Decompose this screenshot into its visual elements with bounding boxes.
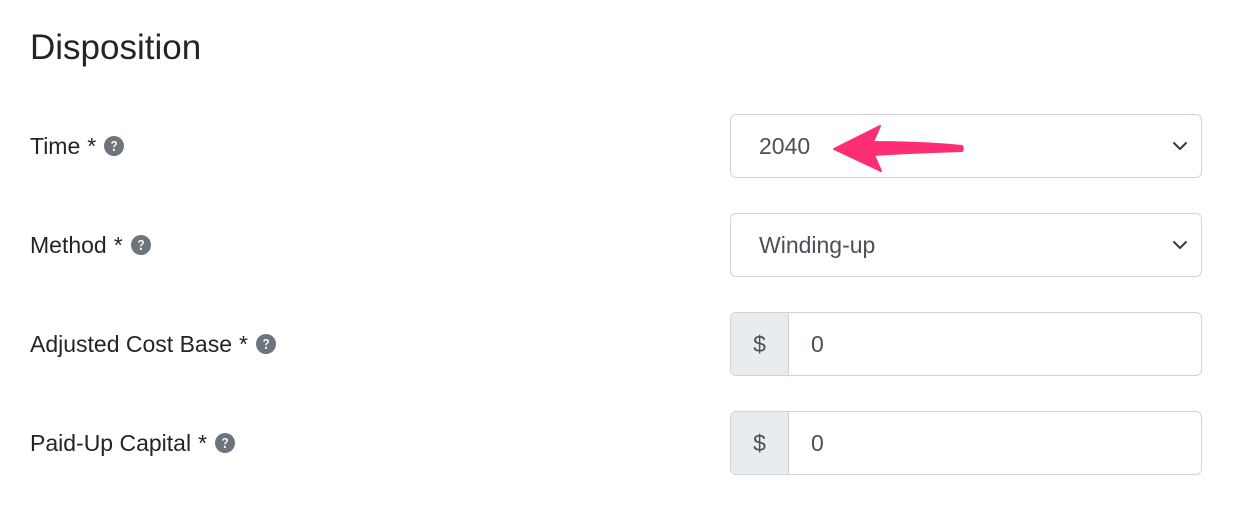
adjusted-cost-base-input-group: $ [730,312,1202,376]
required-mark: * [198,429,208,456]
paid-up-capital-input[interactable] [811,412,1171,474]
chevron-down-icon [1173,142,1187,150]
question-circle-icon[interactable] [130,235,151,255]
required-mark: * [87,132,97,159]
adjusted-cost-base-label-text: Adjusted Cost Base [30,330,233,357]
time-label-text: Time [30,132,81,159]
section-title: Disposition [30,28,202,67]
method-select[interactable]: Winding-up [730,213,1202,277]
pointer-arrow-icon [833,125,964,172]
question-circle-icon[interactable] [104,136,125,156]
question-circle-icon[interactable] [215,433,236,453]
method-select-value: Winding-up [759,232,876,258]
question-circle-icon[interactable] [255,334,276,354]
method-label-text: Method [30,231,107,258]
adjusted-cost-base-label: Adjusted Cost Base * [30,312,276,376]
time-label: Time * [30,114,125,178]
paid-up-capital-label: Paid-Up Capital * [30,411,236,475]
time-select-value: 2040 [759,133,811,159]
paid-up-capital-row: Paid-Up Capital * $ [0,411,1243,475]
required-mark: * [239,330,248,357]
paid-up-capital-input-group: $ [730,411,1202,475]
time-select[interactable]: 2040 [730,114,1202,178]
paid-up-capital-label-text: Paid-Up Capital [30,429,192,456]
required-mark: * [113,231,123,258]
adjusted-cost-base-row: Adjusted Cost Base * $ [0,312,1243,376]
method-label: Method * [30,213,151,277]
currency-addon: $ [731,412,789,474]
currency-addon: $ [731,313,789,375]
chevron-down-icon [1173,241,1187,249]
method-row: Method * Winding-up [0,213,1243,277]
time-row: Time * 2040 [0,114,1243,178]
adjusted-cost-base-input[interactable] [811,313,1171,375]
